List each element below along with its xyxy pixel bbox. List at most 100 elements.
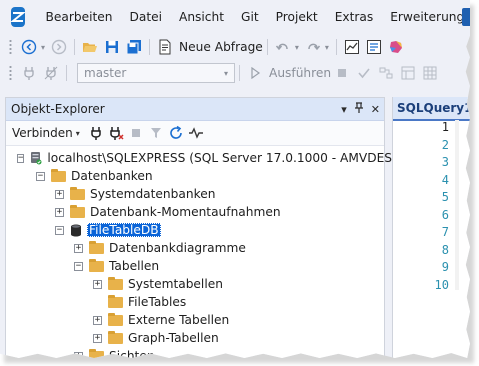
parse-checkmark-icon[interactable] [355,64,373,82]
tree-label-server: localhost\SQLEXPRESS (SQL Server 17.0.10… [47,151,439,165]
back-icon[interactable] [20,38,38,56]
tree-label-file-tables: FileTables [128,295,187,309]
close-icon[interactable]: ✕ [371,103,380,116]
tree-node-graph-tables[interactable]: + Graph-Tabellen [6,329,384,347]
menu-bearbeiten[interactable]: Bearbeiten [37,10,121,24]
save-icon[interactable] [103,38,121,56]
folder-icon [51,168,66,182]
toolbar-separator [266,39,268,55]
menu-ansicht[interactable]: Ansicht [171,10,233,24]
tree-node-tables[interactable]: − Tabellen [6,257,384,275]
menu-overflow-icon[interactable] [462,8,470,26]
server-icon [30,151,42,165]
line-number: 5 [441,190,449,204]
tree-label-diagrams: Datenbankdiagramme [109,241,246,255]
tree-node-snapshots[interactable]: + Datenbank-Momentaufnahmen [6,203,384,221]
properties-icon[interactable] [365,38,383,56]
object-explorer-title: Objekt-Explorer [11,102,105,116]
menu-erweiterungen[interactable]: Erweiterungen [382,10,470,24]
refresh-icon[interactable] [168,125,184,141]
expand-icon[interactable]: + [93,315,102,325]
object-explorer-tree: − localhost\SQLEXPRESS (SQL Server 17.0.… [6,146,439,358]
toolbar-grip-icon[interactable] [9,39,12,55]
stop-icon[interactable] [128,125,144,141]
collapse-icon[interactable]: − [17,153,25,163]
expand-icon[interactable]: + [55,207,64,217]
tree-node-server[interactable]: − localhost\SQLEXPRESS (SQL Server 17.0.… [6,149,439,167]
save-all-icon[interactable] [125,38,143,56]
line-number: 6 [441,207,449,222]
menu-extras[interactable]: Extras [326,10,382,24]
collapse-icon[interactable]: − [55,225,64,235]
editor-margin [455,120,459,290]
menu-git[interactable]: Git [233,10,268,24]
collapse-icon[interactable]: − [36,171,45,181]
folder-icon [89,258,104,272]
display-plan-icon[interactable] [377,64,395,82]
tree-label-external-tables: Externe Tabellen [128,313,230,327]
toolbar-separator [74,39,76,55]
tree-label-filetabledb: FileTableDB [87,223,161,237]
folder-icon [108,330,123,344]
object-explorer-header: Objekt-Explorer ▾ ✕ [6,98,384,121]
database-icon [70,224,82,237]
tree-node-external-tables[interactable]: + Externe Tabellen [6,311,384,329]
open-folder-icon[interactable] [81,38,99,56]
tree-node-filetabledb[interactable]: − FileTableDB [6,221,384,239]
toolbar-grip-icon[interactable] [9,65,12,81]
redo-dropdown-icon[interactable]: ▾ [325,43,329,52]
expand-icon[interactable]: + [74,243,83,253]
back-dropdown-icon[interactable]: ▾ [41,43,45,52]
object-explorer-toolbar: Verbinden ▾ [6,121,384,146]
tree-node-databases[interactable]: − Datenbanken [6,167,384,185]
toolbar-separator [239,65,240,81]
menu-projekt[interactable]: Projekt [267,10,326,24]
line-number: 9 [441,260,449,274]
toolbar-separator [149,39,151,55]
tree-label-tables: Tabellen [109,259,160,273]
expand-icon[interactable]: + [93,333,102,343]
activity-pulse-icon[interactable] [188,125,204,141]
results-grid-icon[interactable] [421,64,439,82]
panel-menu-icon[interactable]: ▾ [341,103,347,116]
disconnect-icon[interactable] [108,125,124,141]
folder-icon [70,204,85,218]
execute-icon[interactable] [246,64,264,82]
line-number: 2 [441,137,449,152]
connect-plug-icon[interactable] [88,125,104,141]
menu-datei[interactable]: Datei [121,10,171,24]
new-query-button[interactable]: Neue Abfrage [179,40,263,54]
undo-icon[interactable] [274,38,292,56]
line-number: 1 [441,120,449,134]
tree-node-system-tables[interactable]: + Systemtabellen [6,275,384,293]
chevron-down-icon: ▾ [223,68,228,78]
sql-editor-toolbar: master ▾ Ausführen [0,60,470,86]
editor-tab[interactable]: SQLQuery1.sc [393,97,470,121]
execute-button[interactable]: Ausführen [269,66,331,80]
chevron-down-icon[interactable]: ▾ [76,129,80,138]
folder-icon [108,276,123,290]
tree-node-system-databases[interactable]: + Systemdatenbanken [6,185,384,203]
branch-select[interactable]: master ▾ [77,63,235,83]
stop-icon[interactable] [333,64,351,82]
connect-button[interactable]: Verbinden [12,126,73,140]
expand-icon[interactable]: + [93,279,102,289]
undo-dropdown-icon[interactable]: ▾ [295,43,299,52]
activity-monitor-icon[interactable] [343,38,361,56]
filter-icon[interactable] [148,125,164,141]
tree-node-file-tables[interactable]: FileTables [6,293,384,311]
redo-icon[interactable] [304,38,322,56]
folder-icon [108,294,123,308]
forward-icon[interactable] [50,38,68,56]
pin-icon[interactable] [354,101,364,117]
disconnect-plug-icon[interactable] [42,64,60,82]
ssms-logo-icon [11,7,25,27]
line-number: 8 [441,242,449,257]
collapse-icon[interactable]: − [74,261,83,271]
new-query-icon[interactable] [156,38,174,56]
tree-node-diagrams[interactable]: + Datenbankdiagramme [6,239,384,257]
copilot-icon[interactable] [387,38,405,56]
connect-plug-icon[interactable] [20,64,38,82]
query-design-icon[interactable] [399,64,417,82]
expand-icon[interactable]: + [55,189,64,199]
